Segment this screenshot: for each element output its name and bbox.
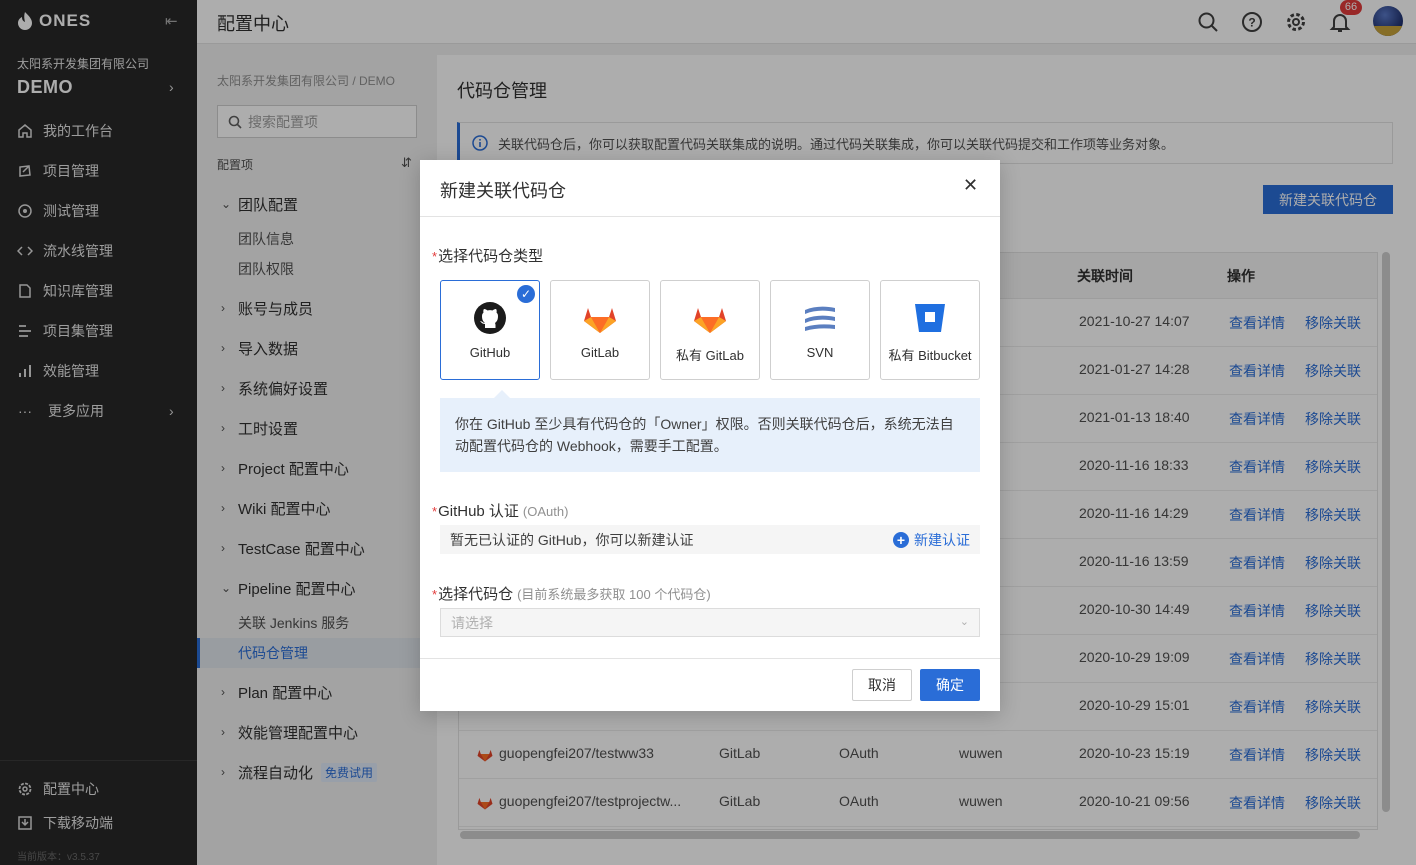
select-placeholder: 请选择 [451,614,493,631]
cancel-button[interactable]: 取消 [852,669,912,701]
gitlab-icon [583,301,617,335]
new-auth-button[interactable]: + 新建认证 [893,530,970,550]
repo-type-gitlab[interactable]: GitLab [550,280,650,380]
divider [420,216,1000,217]
close-icon[interactable]: ✕ [963,175,978,196]
repo-type-label: 私有 GitLab [676,348,744,363]
repo-type-label: SVN [806,345,834,360]
auth-empty-text: 暂无已认证的 GitHub，你可以新建认证 [450,531,694,548]
svn-icon [803,301,837,335]
github-permission-info: 你在 GitHub 至少具有代码仓的「Owner」权限。否则关联代码仓后，系统无… [440,390,980,472]
divider [420,658,1000,659]
gitlab-icon [693,301,727,335]
repo-type-label: 私有 Bitbucket [888,348,972,363]
plus-icon: + [893,532,909,548]
repo-type-label: GitLab [580,345,620,360]
chevron-down-icon: ⌄ [959,616,969,628]
check-icon: ✓ [517,285,535,303]
dialog-title: 新建关联代码仓 [440,181,566,201]
repo-type-private-gitlab[interactable]: 私有 GitLab [660,280,760,380]
repo-type-options: ✓ GitHub GitLab 私有 GitLab SVN 私有 Bitbuck… [440,280,980,380]
github-auth-box: 暂无已认证的 GitHub，你可以新建认证 + 新建认证 [440,525,980,554]
github-auth-label: *GitHub 认证 (OAuth) [432,503,569,520]
repo-type-label: GitHub [469,345,511,360]
repo-type-github[interactable]: ✓ GitHub [440,280,540,380]
confirm-button[interactable]: 确定 [920,669,980,701]
repo-type-svn[interactable]: SVN [770,280,870,380]
select-repo-label: *选择代码仓 (目前系统最多获取 100 个代码仓) [432,586,711,603]
new-repo-dialog: 新建关联代码仓 ✕ *选择代码仓类型 ✓ GitHub GitLab 私有 Gi… [420,160,1000,711]
repo-type-private-bitbucket[interactable]: 私有 Bitbucket [880,280,980,380]
repo-type-label: *选择代码仓类型 [432,248,544,265]
bitbucket-icon [913,301,947,335]
repo-select[interactable]: 请选择 ⌄ [440,608,980,637]
github-icon [473,301,507,335]
